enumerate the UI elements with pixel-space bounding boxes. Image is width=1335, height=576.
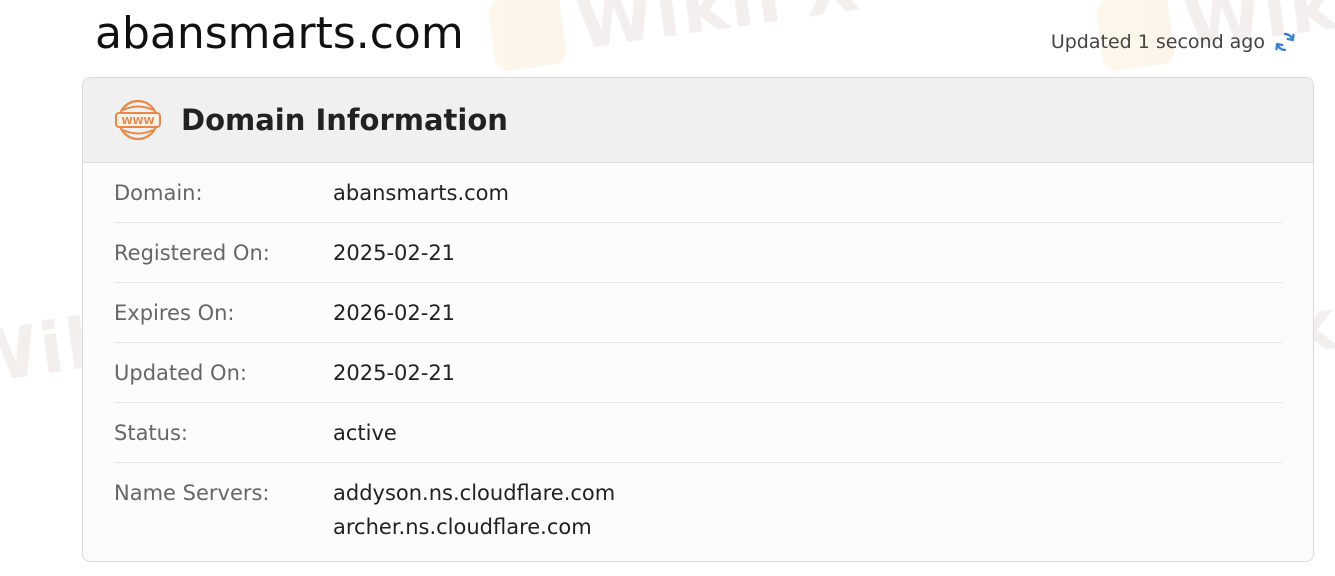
row-value: abansmarts.com bbox=[333, 181, 509, 205]
watermark-text: WikiFX bbox=[571, 0, 866, 66]
row-label: Domain: bbox=[114, 181, 203, 205]
row-label: Registered On: bbox=[114, 241, 270, 265]
row-label: Status: bbox=[114, 421, 188, 445]
card-title: Domain Information bbox=[181, 103, 508, 137]
updated-text: Updated 1 second ago bbox=[1050, 31, 1265, 53]
page-title: abansmarts.com bbox=[95, 8, 464, 59]
row-value: 2025-02-21 bbox=[333, 361, 456, 385]
watermark: WikiFX bbox=[486, 0, 865, 77]
row-value: 2025-02-21 bbox=[333, 241, 456, 265]
domain-information-card: WWW Domain Information Domain: abansmart… bbox=[82, 77, 1314, 562]
www-globe-icon: WWW bbox=[115, 99, 161, 141]
info-row-registered-on: Registered On: 2025-02-21 bbox=[114, 223, 1282, 283]
info-row-name-servers: Name Servers: addyson.ns.cloudflare.com … bbox=[114, 463, 1282, 544]
row-value: active bbox=[333, 421, 397, 445]
info-row-domain: Domain: abansmarts.com bbox=[114, 163, 1282, 223]
card-header: WWW Domain Information bbox=[83, 78, 1313, 163]
info-row-status: Status: active bbox=[114, 403, 1282, 463]
refresh-icon[interactable] bbox=[1273, 30, 1297, 54]
row-label: Updated On: bbox=[114, 361, 247, 385]
info-row-expires-on: Expires On: 2026-02-21 bbox=[114, 283, 1282, 343]
name-server: addyson.ns.cloudflare.com bbox=[333, 481, 616, 505]
name-servers-list: addyson.ns.cloudflare.com archer.ns.clou… bbox=[333, 476, 615, 544]
domain-info-page: WikiFX WikiFX WikiFX WikiFX WikiFX abans… bbox=[0, 0, 1335, 576]
info-row-updated-on: Updated On: 2025-02-21 bbox=[114, 343, 1282, 403]
row-label: Expires On: bbox=[114, 301, 235, 325]
updated-status: Updated 1 second ago bbox=[1051, 30, 1297, 54]
watermark-logo-icon bbox=[486, 0, 569, 73]
svg-text:WWW: WWW bbox=[121, 116, 154, 127]
name-server: archer.ns.cloudflare.com bbox=[333, 515, 592, 539]
domain-info-list: Domain: abansmarts.com Registered On: 20… bbox=[83, 163, 1313, 544]
row-label: Name Servers: bbox=[114, 481, 270, 505]
row-value: 2026-02-21 bbox=[333, 301, 456, 325]
